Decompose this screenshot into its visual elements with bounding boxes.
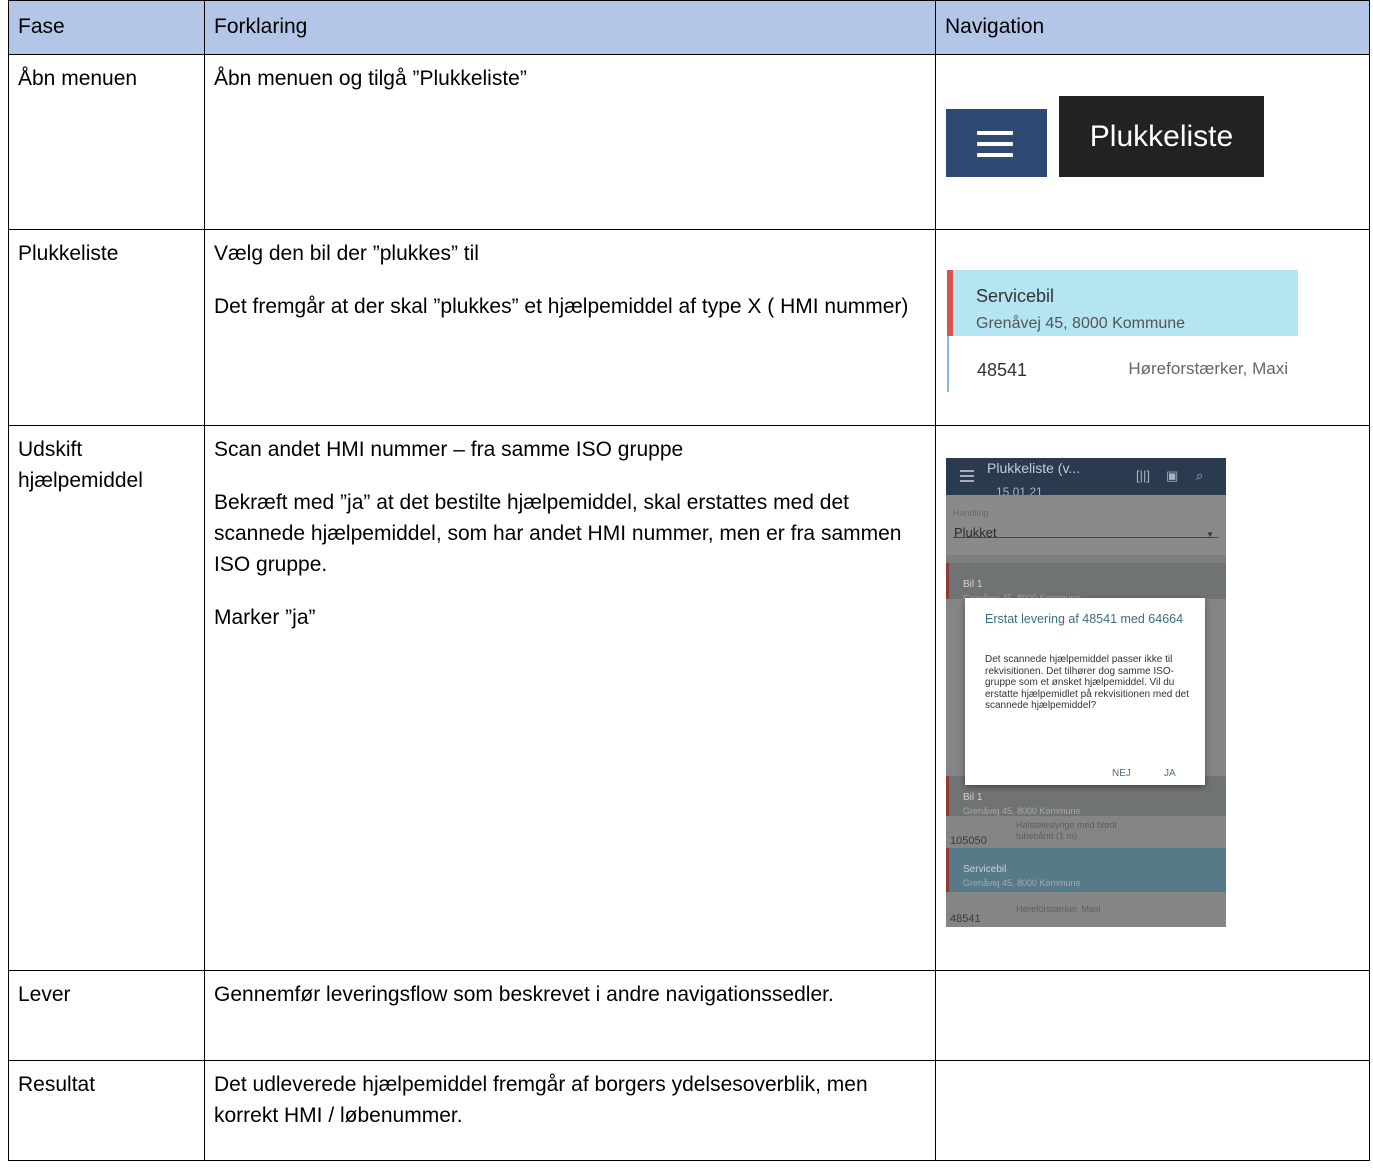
dropdown-arrow-icon: ▼: [1206, 530, 1214, 539]
list-item[interactable]: 105050 Halsteleslynge med blødt tubebånd…: [946, 816, 1226, 848]
no-button[interactable]: NEJ: [1112, 758, 1131, 789]
explanation-text: Det fremgår at der skal ”plukkes” et hjæ…: [214, 295, 909, 318]
dialog-body: Det scannede hjælpemiddel passer ikke ti…: [985, 654, 1189, 711]
explanation-text: Åbn menuen og tilgå ”Plukkeliste”: [214, 67, 527, 90]
item-number: 48541: [977, 360, 1028, 380]
pick-list-card[interactable]: Servicebil Grenåvej 45, 8000 Kommune 485…: [947, 270, 1298, 392]
table-row: Udskift hjælpemiddel Scan andet HMI numm…: [8, 425, 1370, 971]
app-title: Plukkeliste (v...: [987, 460, 1081, 476]
navigation-cell: Plukkeliste: [935, 54, 1370, 230]
header-navigation: Navigation: [935, 0, 1370, 55]
explanation-text: Det udleverede hjælpemiddel fremgår af b…: [214, 1073, 868, 1127]
table-row: Resultat Det udleverede hjælpemiddel fre…: [8, 1060, 1370, 1161]
calendar-icon[interactable]: ▣: [1166, 469, 1180, 483]
explanation-text: Gennemfør leveringsflow som beskrevet i …: [214, 983, 834, 1006]
vehicle-address: Grenåvej 45, 8000 Kommune: [976, 315, 1186, 332]
list-item[interactable]: 48541 Høreforstærker, Maxi: [947, 336, 1298, 392]
filter-value: Plukket: [954, 525, 997, 540]
forklaring-cell: Vælg den bil der ”plukkes” til Det fremg…: [204, 229, 936, 426]
navigation-cell: Servicebil Grenåvej 45, 8000 Kommune 485…: [935, 229, 1370, 426]
navigation-guide-table: Fase Forklaring Navigation Åbn menuen Åb…: [8, 0, 1370, 1161]
list-item[interactable]: 48541 Høreforstærker, Maxi: [946, 892, 1226, 927]
item-name: Høreforstærker, Maxi: [1016, 904, 1101, 914]
item-name: Høreforstærker, Maxi: [1128, 359, 1288, 378]
menu-icon[interactable]: [960, 470, 974, 472]
vehicle-group[interactable]: Servicebil Grenåvej 45, 8000 Kommune: [946, 848, 1226, 892]
app-bar: Plukkeliste (v... 15.01.21 [||] ▣ ⌕: [946, 458, 1226, 499]
forklaring-cell: Gennemfør leveringsflow som beskrevet i …: [204, 970, 936, 1061]
dialog-title: Erstat levering af 48541 med 64664: [985, 612, 1184, 626]
fase-cell: Resultat: [8, 1060, 205, 1161]
fase-cell: Åbn menuen: [8, 54, 205, 230]
navigation-cell: Plukkeliste (v... 15.01.21 [||] ▣ ⌕ Hand…: [935, 425, 1370, 971]
explanation-text: Vælg den bil der ”plukkes” til: [214, 242, 479, 265]
search-icon[interactable]: ⌕: [1196, 469, 1210, 483]
explanation-text: Scan andet HMI nummer – fra samme ISO gr…: [214, 438, 684, 461]
forklaring-cell: Scan andet HMI nummer – fra samme ISO gr…: [204, 425, 936, 971]
vehicle-header[interactable]: Servicebil Grenåvej 45, 8000 Kommune: [947, 270, 1298, 336]
plukkeliste-menu-item[interactable]: Plukkeliste: [1059, 96, 1264, 177]
yes-button[interactable]: JA: [1164, 758, 1176, 789]
table-header-row: Fase Forklaring Navigation: [8, 0, 1370, 55]
forklaring-cell: Åbn menuen og tilgå ”Plukkeliste”: [204, 54, 936, 230]
navigation-cell: [935, 1060, 1370, 1161]
item-number: 48541: [950, 913, 981, 925]
filter-select[interactable]: Handling Plukket ▼: [946, 495, 1226, 555]
fase-cell: Udskift hjælpemiddel: [8, 425, 205, 971]
explanation-text: Bekræft med ”ja” at det bestilte hjælpem…: [214, 491, 902, 576]
barcode-scan-icon[interactable]: [||]: [1136, 469, 1150, 483]
explanation-text: Marker ”ja”: [214, 606, 316, 629]
fase-cell: Plukkeliste: [8, 229, 205, 426]
phone-screenshot: Plukkeliste (v... 15.01.21 [||] ▣ ⌕ Hand…: [946, 458, 1226, 927]
header-fase: Fase: [8, 0, 205, 55]
hamburger-menu-icon[interactable]: [946, 109, 1047, 177]
replace-delivery-dialog: Erstat levering af 48541 med 64664 Det s…: [965, 598, 1205, 785]
item-name: Halsteleslynge med blødt tubebånd (1 m): [1016, 820, 1118, 841]
fase-cell: Lever: [8, 970, 205, 1061]
table-row: Lever Gennemfør leveringsflow som beskre…: [8, 970, 1370, 1061]
table-row: Plukkeliste Vælg den bil der ”plukkes” t…: [8, 229, 1370, 426]
table-row: Åbn menuen Åbn menuen og tilgå ”Plukkeli…: [8, 54, 1370, 230]
header-forklaring: Forklaring: [204, 0, 936, 55]
navigation-cell: [935, 970, 1370, 1061]
forklaring-cell: Det udleverede hjælpemiddel fremgår af b…: [204, 1060, 936, 1161]
vehicle-group[interactable]: Bil 1 Grenåvej 45, 8000 Kommune: [946, 563, 1226, 603]
